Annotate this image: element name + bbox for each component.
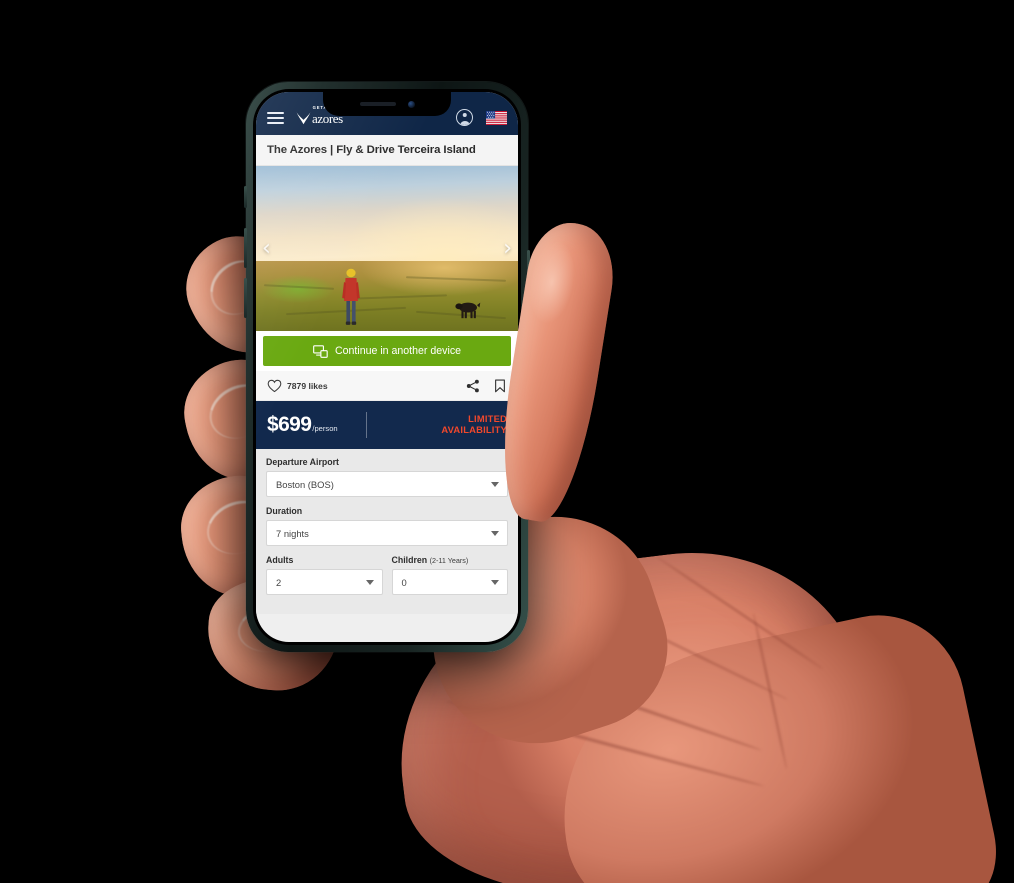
- whale-tail-icon: [296, 112, 311, 125]
- children-field: Children (2-11 Years) 0: [391, 555, 509, 604]
- price-bar: $699 /person LIMITED AVAILABILITY: [256, 401, 518, 449]
- green-field-patch: [262, 275, 334, 303]
- duration-label: Duration: [266, 506, 303, 516]
- duration-select[interactable]: 7 nights: [266, 520, 508, 546]
- account-icon[interactable]: [456, 109, 473, 126]
- children-label: Children (2-11 Years): [392, 555, 509, 565]
- cta-container: Continue in another device: [256, 331, 518, 371]
- phone-screen: azores GETAWAYS: [256, 92, 518, 642]
- heart-outline-icon[interactable]: [267, 379, 282, 393]
- duration-value: 7 nights: [276, 527, 309, 539]
- hiker-figure: [342, 268, 360, 325]
- cow-figure: [455, 302, 481, 319]
- price-divider: [365, 412, 367, 438]
- availability-line-2: AVAILABILITY: [441, 424, 507, 435]
- hamburger-menu-icon[interactable]: [267, 111, 284, 124]
- booking-form: Departure Airport Boston (BOS) Duration …: [256, 449, 518, 614]
- children-age-range: (2-11 Years): [429, 556, 469, 565]
- departure-airport-value: Boston (BOS): [276, 478, 334, 490]
- carousel-prev-button[interactable]: ‹: [262, 237, 271, 260]
- share-icon[interactable]: [466, 379, 480, 393]
- screen-share-device-icon: [313, 344, 328, 358]
- children-select[interactable]: 0: [391, 569, 508, 595]
- cta-label: Continue in another device: [334, 345, 462, 357]
- price-unit: /person: [312, 424, 338, 433]
- carousel-next-button[interactable]: ›: [503, 237, 512, 260]
- header-actions: [456, 109, 507, 126]
- availability-badge: LIMITED AVAILABILITY: [441, 413, 507, 436]
- adults-value: 2: [276, 576, 282, 588]
- departure-airport-select[interactable]: Boston (BOS): [266, 471, 508, 497]
- continue-another-device-button[interactable]: Continue in another device: [263, 336, 511, 366]
- price-group: $699 /person: [267, 413, 338, 437]
- children-label-text: Children: [391, 555, 428, 565]
- passengers-row: Adults 2 Children (2-11 Years) 0: [266, 555, 508, 604]
- adults-field: Adults 2: [266, 555, 383, 604]
- bookmark-outline-icon[interactable]: [493, 379, 507, 393]
- likes-count: 7879 likes: [287, 380, 328, 391]
- adults-label: Adults: [266, 555, 294, 565]
- us-flag-icon[interactable]: [486, 110, 507, 125]
- scene: azores GETAWAYS: [0, 0, 1014, 883]
- earpiece-speaker: [359, 102, 396, 106]
- mute-switch[interactable]: [244, 186, 247, 208]
- price-amount: $699: [267, 413, 312, 436]
- volume-up-button[interactable]: [244, 228, 247, 268]
- front-camera-icon: [407, 100, 415, 108]
- volume-down-button[interactable]: [244, 278, 247, 318]
- phone-bezel: azores GETAWAYS: [253, 89, 521, 645]
- adults-select[interactable]: 2: [266, 569, 383, 595]
- departure-airport-label: Departure Airport: [266, 457, 339, 467]
- children-value: 0: [401, 576, 407, 588]
- smartphone-device: azores GETAWAYS: [244, 82, 530, 652]
- title-bar: The Azores | Fly & Drive Terceira Island: [256, 135, 518, 166]
- social-actions: [466, 379, 507, 393]
- social-bar: 7879 likes: [256, 371, 518, 401]
- notch: [323, 92, 451, 116]
- page-title: The Azores | Fly & Drive Terceira Island: [267, 144, 476, 156]
- hero-image-carousel[interactable]: ‹ ›: [256, 166, 518, 331]
- likes-group[interactable]: 7879 likes: [267, 379, 328, 393]
